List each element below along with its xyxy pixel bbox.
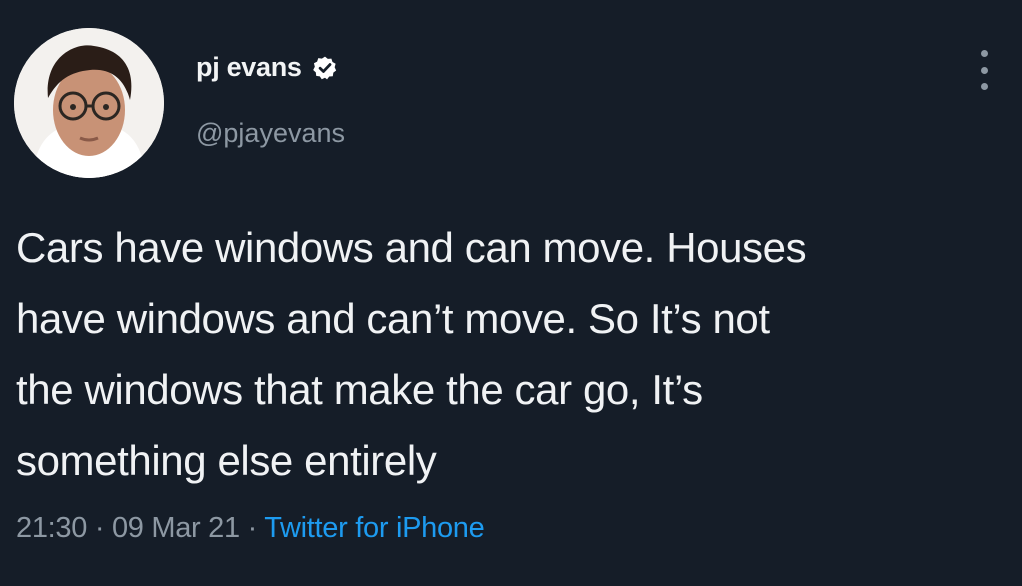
tweet-text-line: something else entirely (16, 437, 437, 484)
avatar-photo (14, 28, 164, 178)
tweet-source-link[interactable]: Twitter for iPhone (264, 512, 485, 544)
display-name[interactable]: pj evans (196, 52, 302, 83)
verified-badge-icon (312, 56, 336, 79)
tweet-metadata: 21:30 · 09 Mar 21 · Twitter for iPhone (16, 512, 485, 545)
more-options-icon[interactable] (978, 50, 990, 90)
tweet-card: pj evans @pjayevans Cars have windows an… (0, 0, 1022, 586)
tweet-text: Cars have windows and can move. Houses h… (16, 212, 996, 496)
tweet-time[interactable]: 21:30 (16, 512, 87, 544)
tweet-date[interactable]: 09 Mar 21 (112, 512, 240, 544)
avatar[interactable] (14, 28, 164, 178)
user-handle[interactable]: @pjayevans (196, 118, 345, 149)
tweet-text-line: the windows that make the car go, It’s (16, 366, 703, 413)
tweet-text-line: Cars have windows and can move. Houses (16, 224, 807, 271)
meta-separator: · (87, 512, 112, 544)
tweet-text-line: have windows and can’t move. So It’s not (16, 295, 770, 342)
user-name-row[interactable]: pj evans (196, 52, 338, 83)
meta-separator: · (239, 512, 265, 544)
